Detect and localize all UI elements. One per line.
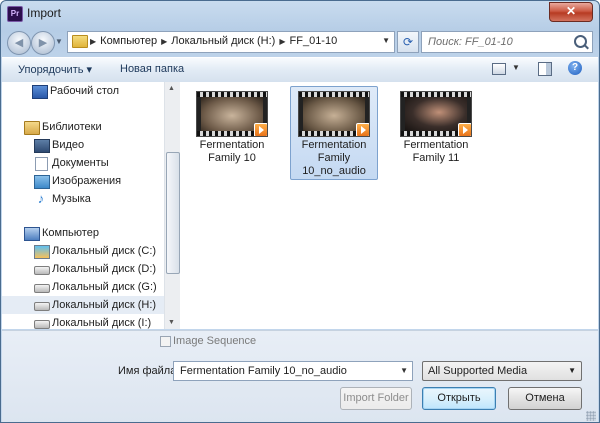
forward-button[interactable]: ▶: [31, 31, 55, 55]
computer-icon: [24, 227, 40, 241]
nav-item-drive-i[interactable]: Локальный диск (I:): [2, 314, 164, 329]
breadcrumb-computer[interactable]: Компьютер: [100, 35, 157, 48]
navigation-bar: ◀ ▶ ▼ ▶ Компьютер ▶ Локальный диск (H:) …: [1, 27, 599, 55]
file-name: Fermentation Family 10: [199, 139, 265, 164]
file-item-selected[interactable]: Fermentation Family 10_no_audio: [290, 86, 378, 180]
premiere-icon: Pr: [7, 6, 23, 22]
organize-button[interactable]: Упорядочить ▾: [18, 63, 92, 76]
scroll-down-icon[interactable]: ▼: [168, 319, 175, 326]
file-type-value: All Supported Media: [428, 365, 528, 377]
nav-item-libraries[interactable]: Библиотеки: [2, 118, 164, 136]
breadcrumb-drive-h[interactable]: Локальный диск (H:): [171, 35, 275, 48]
folder-icon: [72, 35, 88, 48]
footer-panel: Image Sequence Имя файла: Fermentation F…: [2, 330, 598, 422]
video-icon: [34, 139, 50, 153]
nav-scrollbar[interactable]: ▲ ▼: [164, 82, 180, 329]
back-button[interactable]: ◀: [7, 31, 31, 55]
title-bar[interactable]: Pr Import ✕: [1, 1, 599, 27]
nav-item-video[interactable]: Видео: [2, 136, 164, 154]
resize-grip-icon[interactable]: [586, 411, 596, 421]
nav-item-drive-g[interactable]: Локальный диск (G:): [2, 278, 164, 296]
music-icon: ♪: [37, 191, 45, 206]
video-thumbnail: [196, 91, 268, 137]
preview-pane-icon[interactable]: [538, 62, 552, 76]
import-dialog: Pr Import ✕ ◀ ▶ ▼ ▶ Компьютер ▶ Локальны…: [0, 0, 600, 423]
view-dropdown-icon[interactable]: ▼: [512, 63, 520, 72]
scrollbar-thumb[interactable]: [166, 152, 180, 274]
filename-value: Fermentation Family 10_no_audio: [180, 365, 347, 377]
nav-item-drive-c[interactable]: Локальный диск (C:): [2, 242, 164, 260]
nav-item-desktop[interactable]: Рабочий стол: [2, 82, 164, 100]
chevron-right-icon[interactable]: ▶: [90, 35, 96, 48]
nav-item-label: Локальный диск (H:): [52, 299, 157, 311]
checkbox-icon[interactable]: [160, 336, 171, 347]
documents-icon: [35, 157, 48, 171]
breadcrumb-folder[interactable]: FF_01-10: [290, 35, 338, 48]
nav-item-label: Компьютер: [42, 227, 99, 239]
search-placeholder: Поиск: FF_01-10: [428, 36, 513, 48]
nav-item-label: Локальный диск (C:): [52, 245, 157, 257]
address-dropdown-icon[interactable]: ▼: [382, 36, 390, 45]
libraries-icon: [24, 121, 40, 135]
navigation-pane: Рабочий стол Библиотеки Видео Документы …: [2, 82, 165, 329]
nav-item-label: Музыка: [52, 193, 91, 205]
recent-locations-dropdown[interactable]: ▼: [55, 37, 63, 46]
file-name: Fermentation Family 10_no_audio: [301, 139, 367, 177]
nav-item-label: Локальный диск (I:): [52, 317, 152, 329]
file-name: Fermentation Family 11: [403, 139, 469, 164]
video-thumbnail: [298, 91, 370, 137]
file-item[interactable]: Fermentation Family 10: [188, 86, 276, 180]
cancel-button[interactable]: Отмена: [508, 387, 582, 410]
nav-item-label: Видео: [52, 139, 85, 151]
help-icon[interactable]: ?: [568, 61, 582, 75]
desktop-icon: [32, 85, 48, 99]
chevron-right-icon[interactable]: ▶: [161, 35, 167, 48]
nav-item-label: Рабочий стол: [50, 85, 120, 97]
nav-item-drive-h[interactable]: Локальный диск (H:): [2, 296, 164, 314]
drive-icon: [34, 284, 50, 293]
new-folder-button[interactable]: Новая папка: [120, 63, 184, 75]
file-item[interactable]: Fermentation Family 11: [392, 86, 480, 180]
drive-icon: [34, 302, 50, 311]
play-icon: [254, 123, 267, 136]
drive-icon: [34, 266, 50, 275]
play-icon: [458, 123, 471, 136]
scroll-up-icon[interactable]: ▲: [168, 85, 175, 92]
search-input[interactable]: Поиск: FF_01-10: [421, 31, 593, 53]
search-icon[interactable]: [574, 35, 587, 48]
nav-item-documents[interactable]: Документы: [2, 154, 164, 172]
nav-item-label: Локальный диск (D:): [52, 263, 157, 275]
pictures-icon: [34, 175, 50, 189]
command-bar: Упорядочить ▾ Новая папка ▼ ?: [2, 57, 598, 83]
refresh-button[interactable]: ⟳: [397, 31, 419, 53]
chevron-right-icon[interactable]: ▶: [279, 35, 285, 48]
window-title: Import: [27, 6, 62, 20]
close-button[interactable]: ✕: [549, 2, 593, 22]
nav-item-label: Библиотеки: [42, 121, 102, 133]
play-icon: [356, 123, 369, 136]
address-bar[interactable]: ▶ Компьютер ▶ Локальный диск (H:) ▶ FF_0…: [67, 31, 395, 53]
filename-input[interactable]: Fermentation Family 10_no_audio ▼: [173, 361, 413, 381]
drive-icon: [34, 320, 50, 329]
nav-item-label: Документы: [52, 157, 109, 169]
chevron-down-icon[interactable]: ▼: [568, 366, 576, 375]
nav-item-computer[interactable]: Компьютер: [2, 224, 164, 242]
video-thumbnail: [400, 91, 472, 137]
file-list: Fermentation Family 10 Fermentation Fami…: [180, 82, 598, 329]
open-button[interactable]: Открыть: [422, 387, 496, 410]
change-view-icon[interactable]: [492, 63, 506, 75]
system-drive-icon: [34, 245, 50, 259]
nav-item-drive-d[interactable]: Локальный диск (D:): [2, 260, 164, 278]
filename-label: Имя файла:: [118, 365, 180, 377]
file-type-select[interactable]: All Supported Media ▼: [422, 361, 582, 381]
nav-item-label: Изображения: [52, 175, 122, 187]
image-sequence-label: Image Sequence: [173, 335, 257, 347]
nav-item-music[interactable]: ♪ Музыка: [2, 190, 164, 208]
chevron-down-icon[interactable]: ▼: [400, 366, 408, 375]
breadcrumb: ▶ Компьютер ▶ Локальный диск (H:) ▶ FF_0…: [90, 35, 337, 48]
import-folder-button[interactable]: Import Folder: [340, 387, 412, 410]
nav-item-pictures[interactable]: Изображения: [2, 172, 164, 190]
nav-item-label: Локальный диск (G:): [52, 281, 157, 293]
